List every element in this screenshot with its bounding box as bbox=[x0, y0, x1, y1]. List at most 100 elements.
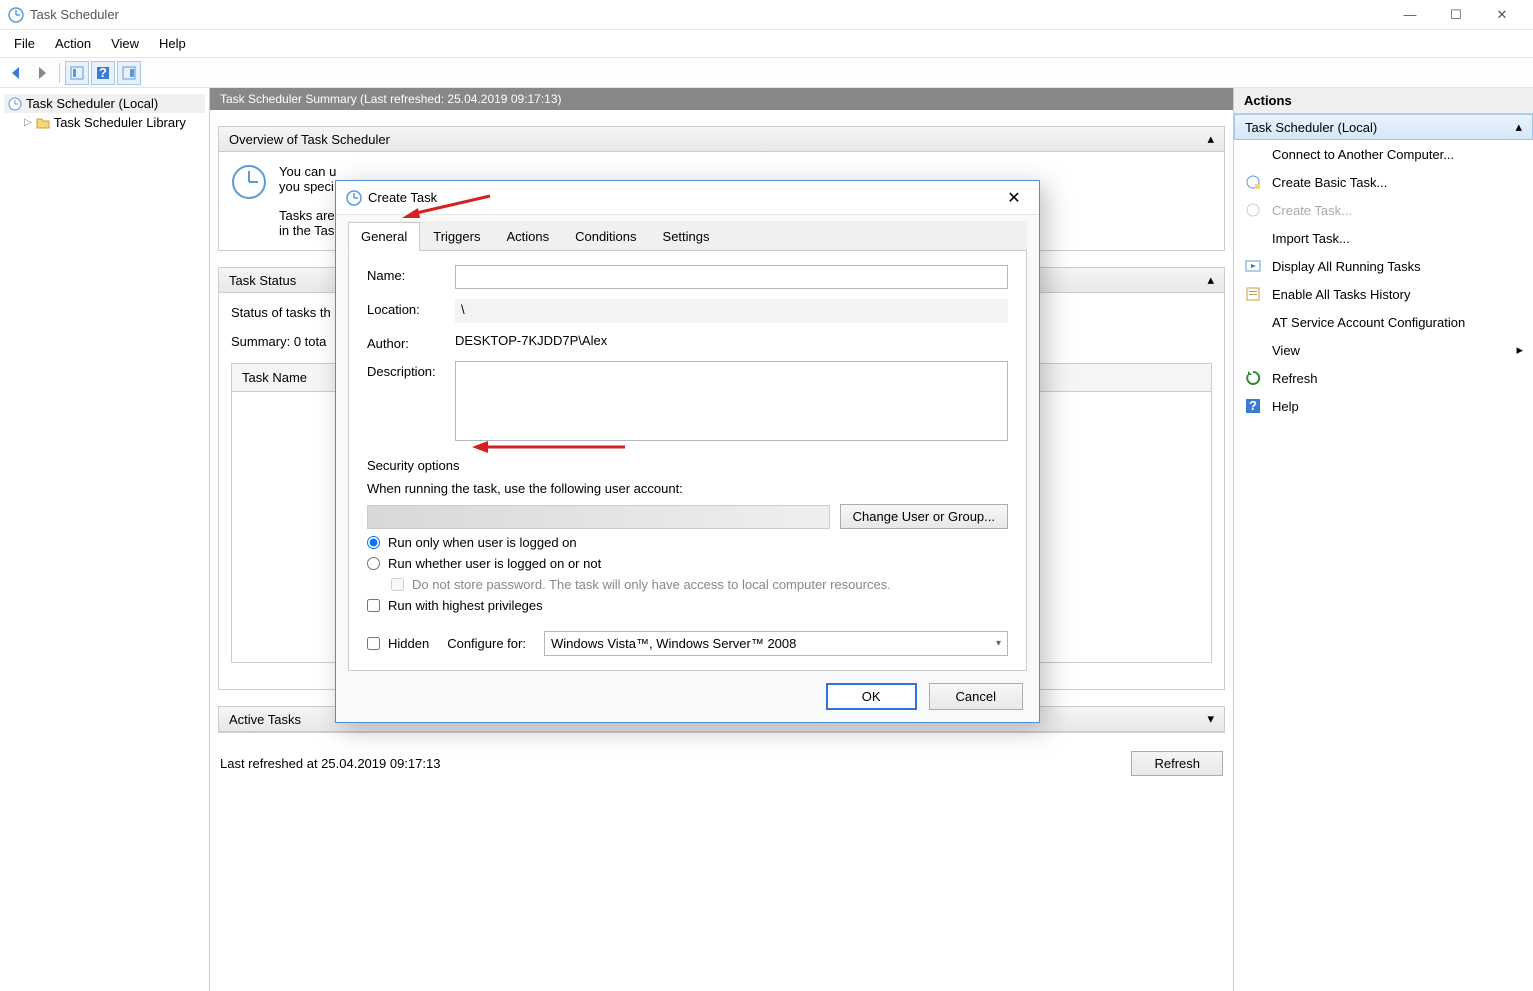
toolbar-actions-icon[interactable] bbox=[117, 61, 141, 85]
action-connect-label: Connect to Another Computer... bbox=[1272, 147, 1454, 162]
chevron-up-icon: ▴ bbox=[1515, 119, 1522, 135]
menu-view[interactable]: View bbox=[101, 32, 149, 55]
tab-settings[interactable]: Settings bbox=[650, 222, 723, 251]
menu-bar: File Action View Help bbox=[0, 30, 1533, 58]
close-button[interactable]: ✕ bbox=[1479, 0, 1525, 30]
actions-context[interactable]: Task Scheduler (Local) ▴ bbox=[1234, 114, 1533, 140]
actions-pane: Actions Task Scheduler (Local) ▴ Connect… bbox=[1233, 88, 1533, 991]
task-icon bbox=[1244, 201, 1262, 219]
forward-button[interactable] bbox=[30, 61, 54, 85]
highest-priv-checkbox[interactable] bbox=[367, 599, 380, 612]
action-help[interactable]: ? Help bbox=[1234, 392, 1533, 420]
menu-action[interactable]: Action bbox=[45, 32, 101, 55]
toolbar-help-icon[interactable]: ? bbox=[91, 61, 115, 85]
tab-triggers[interactable]: Triggers bbox=[420, 222, 493, 251]
location-value: \ bbox=[455, 299, 1008, 323]
tree-library[interactable]: ▷ Task Scheduler Library bbox=[4, 113, 205, 132]
toolbar-scope-icon[interactable] bbox=[65, 61, 89, 85]
dialog-title: Create Task bbox=[368, 190, 437, 205]
running-icon bbox=[1244, 257, 1262, 275]
action-refresh[interactable]: Refresh bbox=[1234, 364, 1533, 392]
summary-header: Task Scheduler Summary (Last refreshed: … bbox=[210, 88, 1233, 110]
expand-icon[interactable]: ▷ bbox=[24, 117, 32, 128]
action-import[interactable]: Import Task... bbox=[1234, 224, 1533, 252]
hidden-checkbox[interactable] bbox=[367, 637, 380, 650]
menu-file[interactable]: File bbox=[4, 32, 45, 55]
clock-icon bbox=[346, 190, 362, 206]
tab-conditions[interactable]: Conditions bbox=[562, 222, 649, 251]
window-title: Task Scheduler bbox=[30, 7, 1387, 22]
navigation-tree: Task Scheduler (Local) ▷ Task Scheduler … bbox=[0, 88, 210, 991]
back-button[interactable] bbox=[4, 61, 28, 85]
location-label: Location: bbox=[367, 299, 443, 317]
action-view[interactable]: View ▸ bbox=[1234, 336, 1533, 364]
name-input[interactable] bbox=[455, 265, 1008, 289]
do-not-store-checkbox bbox=[391, 578, 404, 591]
action-create-basic-label: Create Basic Task... bbox=[1272, 175, 1387, 190]
action-enable-history[interactable]: Enable All Tasks History bbox=[1234, 280, 1533, 308]
task-status-title: Task Status bbox=[229, 273, 296, 288]
tree-root[interactable]: Task Scheduler (Local) bbox=[4, 94, 205, 113]
run-whether-radio[interactable] bbox=[367, 557, 380, 570]
action-help-label: Help bbox=[1272, 399, 1299, 414]
window-titlebar: Task Scheduler — ☐ ✕ bbox=[0, 0, 1533, 30]
collapse-icon[interactable]: ▴ bbox=[1207, 131, 1214, 147]
configure-for-value: Windows Vista™, Windows Server™ 2008 bbox=[551, 636, 796, 651]
collapse-icon[interactable]: ▾ bbox=[1207, 711, 1214, 727]
action-display-running[interactable]: Display All Running Tasks bbox=[1234, 252, 1533, 280]
tree-library-label: Task Scheduler Library bbox=[54, 115, 186, 130]
action-import-label: Import Task... bbox=[1272, 231, 1350, 246]
overview-text3: Tasks are bbox=[279, 208, 335, 223]
import-icon bbox=[1244, 229, 1262, 247]
run-logged-on-radio[interactable] bbox=[367, 536, 380, 549]
highest-priv-label: Run with highest privileges bbox=[388, 598, 543, 613]
action-at-service-label: AT Service Account Configuration bbox=[1272, 315, 1465, 330]
description-input[interactable] bbox=[455, 361, 1008, 441]
overview-title: Overview of Task Scheduler bbox=[229, 132, 390, 147]
clock-icon bbox=[8, 97, 22, 111]
user-account-field bbox=[367, 505, 830, 529]
overview-text2: you speci bbox=[279, 179, 334, 194]
action-create-task-label: Create Task... bbox=[1272, 203, 1352, 218]
dialog-titlebar: Create Task ✕ bbox=[336, 181, 1039, 215]
maximize-button[interactable]: ☐ bbox=[1433, 0, 1479, 30]
refresh-icon bbox=[1244, 369, 1262, 387]
do-not-store-label: Do not store password. The task will onl… bbox=[412, 577, 891, 592]
when-running-label: When running the task, use the following… bbox=[367, 481, 1008, 496]
tab-actions[interactable]: Actions bbox=[493, 222, 562, 251]
action-display-running-label: Display All Running Tasks bbox=[1272, 259, 1421, 274]
action-connect[interactable]: Connect to Another Computer... bbox=[1234, 140, 1533, 168]
ok-button[interactable]: OK bbox=[826, 683, 917, 710]
tab-general[interactable]: General bbox=[348, 222, 420, 251]
description-label: Description: bbox=[367, 361, 443, 379]
tree-root-label: Task Scheduler (Local) bbox=[26, 96, 158, 111]
actions-context-label: Task Scheduler (Local) bbox=[1245, 120, 1377, 135]
help-icon: ? bbox=[1244, 397, 1262, 415]
active-tasks-title: Active Tasks bbox=[229, 712, 301, 727]
chevron-down-icon: ▾ bbox=[996, 638, 1001, 649]
author-value: DESKTOP-7KJDD7P\Alex bbox=[455, 333, 607, 348]
account-icon bbox=[1244, 313, 1262, 331]
action-view-label: View bbox=[1272, 343, 1300, 358]
collapse-icon[interactable]: ▴ bbox=[1207, 272, 1214, 288]
security-options-label: Security options bbox=[367, 458, 1008, 473]
run-whether-label: Run whether user is logged on or not bbox=[388, 556, 601, 571]
create-task-dialog: Create Task ✕ General Triggers Actions C… bbox=[335, 180, 1040, 723]
chevron-right-icon: ▸ bbox=[1516, 342, 1523, 358]
svg-text:?: ? bbox=[99, 66, 107, 80]
overview-text1: You can u bbox=[279, 164, 336, 179]
hidden-label: Hidden bbox=[388, 636, 429, 651]
toolbar: ? bbox=[0, 58, 1533, 88]
cancel-button[interactable]: Cancel bbox=[929, 683, 1023, 710]
menu-help[interactable]: Help bbox=[149, 32, 196, 55]
refresh-button[interactable]: Refresh bbox=[1131, 751, 1223, 776]
action-at-service[interactable]: AT Service Account Configuration bbox=[1234, 308, 1533, 336]
change-user-button[interactable]: Change User or Group... bbox=[840, 504, 1008, 529]
configure-for-select[interactable]: Windows Vista™, Windows Server™ 2008 ▾ bbox=[544, 631, 1008, 656]
history-icon bbox=[1244, 285, 1262, 303]
action-create-basic[interactable]: Create Basic Task... bbox=[1234, 168, 1533, 196]
dialog-close-button[interactable]: ✕ bbox=[999, 188, 1029, 208]
minimize-button[interactable]: — bbox=[1387, 0, 1433, 30]
action-create-task[interactable]: Create Task... bbox=[1234, 196, 1533, 224]
app-icon bbox=[8, 7, 24, 23]
